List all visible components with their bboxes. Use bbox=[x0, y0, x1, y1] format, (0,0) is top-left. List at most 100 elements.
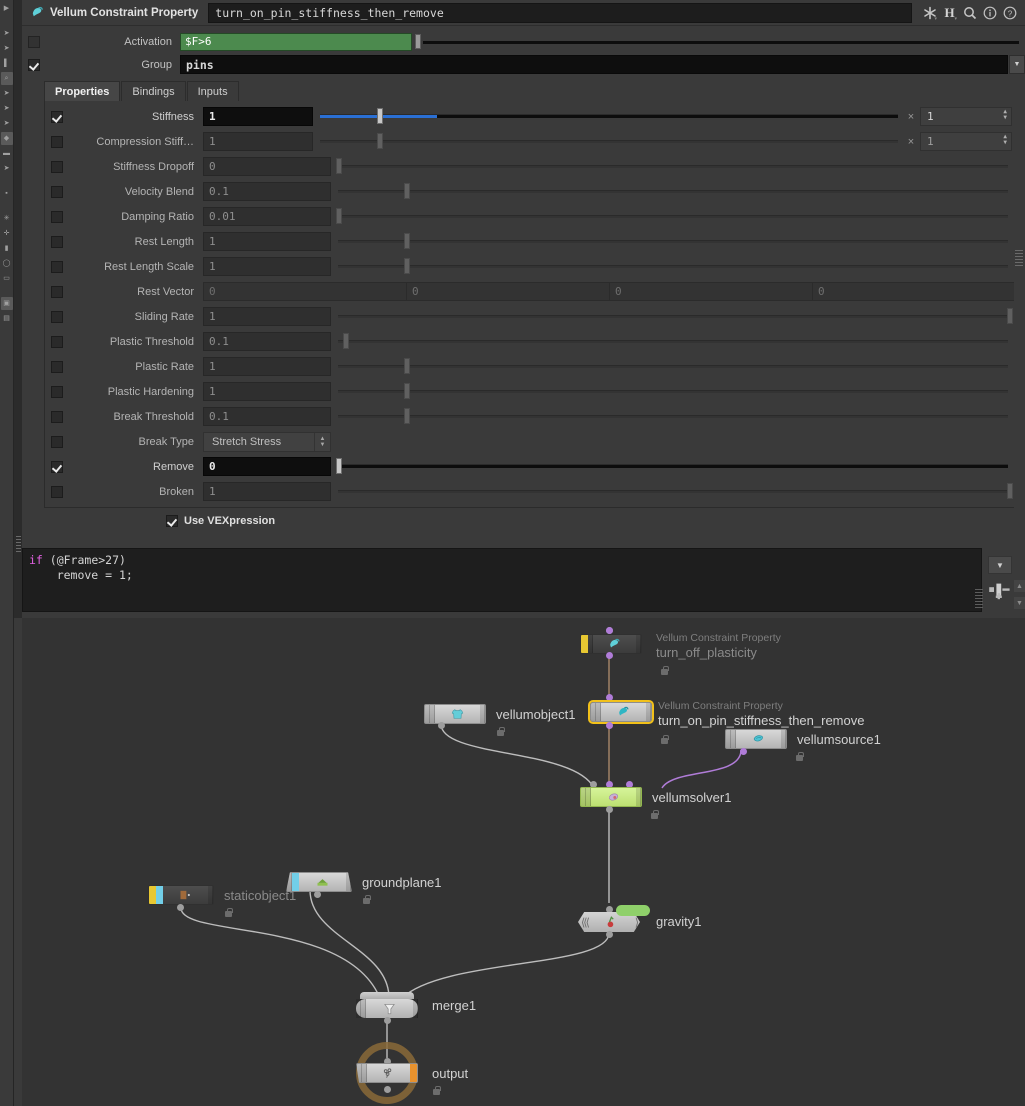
parameter-checkbox[interactable] bbox=[51, 186, 63, 198]
slider-handle[interactable] bbox=[336, 158, 342, 174]
rail-icon-tool-8[interactable]: ▤ bbox=[1, 312, 13, 325]
vector-field-group[interactable]: 0000 bbox=[203, 282, 1016, 301]
parameter-input[interactable]: 0 bbox=[203, 157, 331, 176]
parameter-menu[interactable]: Stretch Stress▲▼ bbox=[203, 432, 331, 452]
asterisk-gear-icon[interactable]: ▾ bbox=[922, 5, 937, 21]
node-vellumobject1[interactable]: vellumobject1 bbox=[424, 704, 486, 724]
node-merge1[interactable]: merge1 bbox=[356, 992, 418, 1018]
parameter-scrollbar[interactable] bbox=[1014, 90, 1025, 618]
parameter-checkbox[interactable] bbox=[51, 261, 63, 273]
multiplier-stepper[interactable]: 1▲▼ bbox=[920, 132, 1012, 151]
code-editor-dropdown-button[interactable]: ▼ bbox=[988, 556, 1012, 574]
parameter-input[interactable]: 0.1 bbox=[203, 182, 331, 201]
parameter-checkbox[interactable] bbox=[51, 411, 63, 423]
pane-splitter-handle[interactable] bbox=[16, 534, 21, 552]
rail-icon-arrow-4[interactable]: ➤ bbox=[1, 102, 13, 115]
rail-icon-tool-3[interactable]: ✛ bbox=[1, 227, 13, 240]
code-editor-resize-grip[interactable] bbox=[975, 588, 983, 608]
scroll-up-arrow[interactable]: ▲ bbox=[1014, 580, 1025, 592]
node-turn-off-plasticity[interactable]: Vellum Constraint Property turn_off_plas… bbox=[580, 634, 642, 654]
rail-icon-bar[interactable]: ▌ bbox=[1, 57, 13, 70]
parameter-slider[interactable] bbox=[316, 132, 902, 151]
node-output-port[interactable] bbox=[606, 722, 613, 729]
slider-handle[interactable] bbox=[404, 408, 410, 424]
rail-icon-flat[interactable]: ▬ bbox=[1, 147, 13, 160]
parameter-slider[interactable] bbox=[334, 457, 1012, 476]
parameter-slider[interactable] bbox=[334, 382, 1012, 401]
node-gravity1[interactable]: ⟨⟨⟨ ⟩ gravity1 bbox=[578, 912, 640, 932]
parameter-slider[interactable] bbox=[334, 482, 1012, 501]
rail-icon-pointer[interactable]: ▶ bbox=[1, 2, 13, 15]
parameter-scroll-grip[interactable] bbox=[1015, 250, 1023, 266]
rail-icon-arrow-6[interactable]: ➤ bbox=[1, 162, 13, 175]
node-output-port[interactable] bbox=[384, 1086, 391, 1093]
stepper-arrows-icon[interactable]: ▲▼ bbox=[1003, 109, 1007, 121]
slider-handle[interactable] bbox=[404, 233, 410, 249]
node-output-port[interactable] bbox=[438, 722, 445, 729]
vector-component-input[interactable]: 0 bbox=[609, 282, 812, 301]
slider-handle[interactable] bbox=[336, 208, 342, 224]
parameter-slider[interactable] bbox=[334, 157, 1012, 176]
rail-icon-arrow-3[interactable]: ➤ bbox=[1, 87, 13, 100]
parameter-slider[interactable] bbox=[334, 232, 1012, 251]
vexpression-code-editor[interactable]: if (@Frame>27) remove = 1; bbox=[22, 548, 982, 612]
rail-icon-arrow-2[interactable]: ➤ bbox=[1, 42, 13, 55]
merge-multi-input-bar[interactable] bbox=[360, 992, 414, 999]
parameter-input[interactable]: 1 bbox=[203, 482, 331, 501]
node-output-port[interactable] bbox=[740, 748, 747, 755]
rail-icon-tool-1[interactable]: ▪ bbox=[1, 187, 13, 200]
parameter-input[interactable]: 1 bbox=[203, 232, 331, 251]
parameter-checkbox[interactable] bbox=[51, 111, 63, 123]
parameter-slider[interactable] bbox=[334, 257, 1012, 276]
slider-handle[interactable] bbox=[343, 333, 349, 349]
slider-handle[interactable] bbox=[1007, 308, 1013, 324]
render-flag[interactable] bbox=[410, 1064, 417, 1082]
rail-icon-node[interactable]: ◆ bbox=[1, 132, 13, 145]
parameter-slider[interactable] bbox=[334, 307, 1012, 326]
network-editor[interactable]: Vellum Constraint Property turn_off_plas… bbox=[14, 618, 1025, 1106]
vector-component-input[interactable]: 0 bbox=[406, 282, 609, 301]
node-body[interactable] bbox=[580, 787, 642, 807]
node-turn-on-pin-stiffness-then-remove[interactable]: Vellum Constraint Property turn_on_pin_s… bbox=[590, 702, 652, 722]
slider-handle[interactable] bbox=[377, 133, 383, 149]
parameter-slider[interactable] bbox=[334, 357, 1012, 376]
parameter-slider[interactable] bbox=[334, 182, 1012, 201]
parameter-input[interactable]: 0.1 bbox=[203, 407, 331, 426]
rail-icon-search[interactable]: ⌕ bbox=[1, 72, 13, 85]
parameter-checkbox[interactable] bbox=[51, 336, 63, 348]
node-output-port[interactable] bbox=[606, 652, 613, 659]
parameter-checkbox[interactable] bbox=[51, 486, 63, 498]
parameter-input[interactable]: 0 bbox=[203, 457, 331, 476]
tab-properties[interactable]: Properties bbox=[44, 81, 120, 101]
menu-arrows-icon[interactable]: ▲▼ bbox=[314, 433, 330, 451]
group-checkbox[interactable] bbox=[28, 59, 40, 71]
node-input-port-purple[interactable] bbox=[606, 627, 613, 634]
parameter-input[interactable]: 1 bbox=[203, 107, 313, 126]
search-icon[interactable] bbox=[962, 5, 977, 21]
rail-icon-tool-6[interactable]: ▭ bbox=[1, 272, 13, 285]
parameter-input[interactable]: 1 bbox=[203, 357, 331, 376]
rail-icon-arrow-5[interactable]: ➤ bbox=[1, 117, 13, 130]
rail-icon-tool-5[interactable]: ◯ bbox=[1, 257, 13, 270]
group-dropdown-icon[interactable]: ▼ bbox=[1009, 55, 1025, 74]
parameter-input[interactable]: 0.1 bbox=[203, 332, 331, 351]
node-vellumsolver1[interactable]: vellumsolver1 bbox=[580, 787, 642, 807]
multiplier-stepper[interactable]: 1▲▼ bbox=[920, 107, 1012, 126]
parameter-input[interactable]: 1 bbox=[203, 382, 331, 401]
rail-icon-tool-2[interactable]: ✳ bbox=[1, 212, 13, 225]
parameter-checkbox[interactable] bbox=[51, 236, 63, 248]
slider-handle[interactable] bbox=[404, 383, 410, 399]
slider-handle[interactable] bbox=[404, 358, 410, 374]
node-body[interactable] bbox=[286, 872, 352, 892]
slider-handle[interactable] bbox=[404, 183, 410, 199]
group-input[interactable]: pins bbox=[180, 55, 1008, 74]
scroll-down-arrow[interactable]: ▼ bbox=[1014, 597, 1025, 609]
slider-handle[interactable] bbox=[336, 458, 342, 474]
rail-icon-arrow-1[interactable]: ➤ bbox=[1, 27, 13, 40]
node-body[interactable] bbox=[356, 1063, 418, 1083]
parameter-checkbox[interactable] bbox=[51, 161, 63, 173]
node-body[interactable] bbox=[424, 704, 486, 724]
parameter-input[interactable]: 0.01 bbox=[203, 207, 331, 226]
parameter-slider[interactable] bbox=[334, 207, 1012, 226]
activation-checkbox[interactable] bbox=[28, 36, 40, 48]
